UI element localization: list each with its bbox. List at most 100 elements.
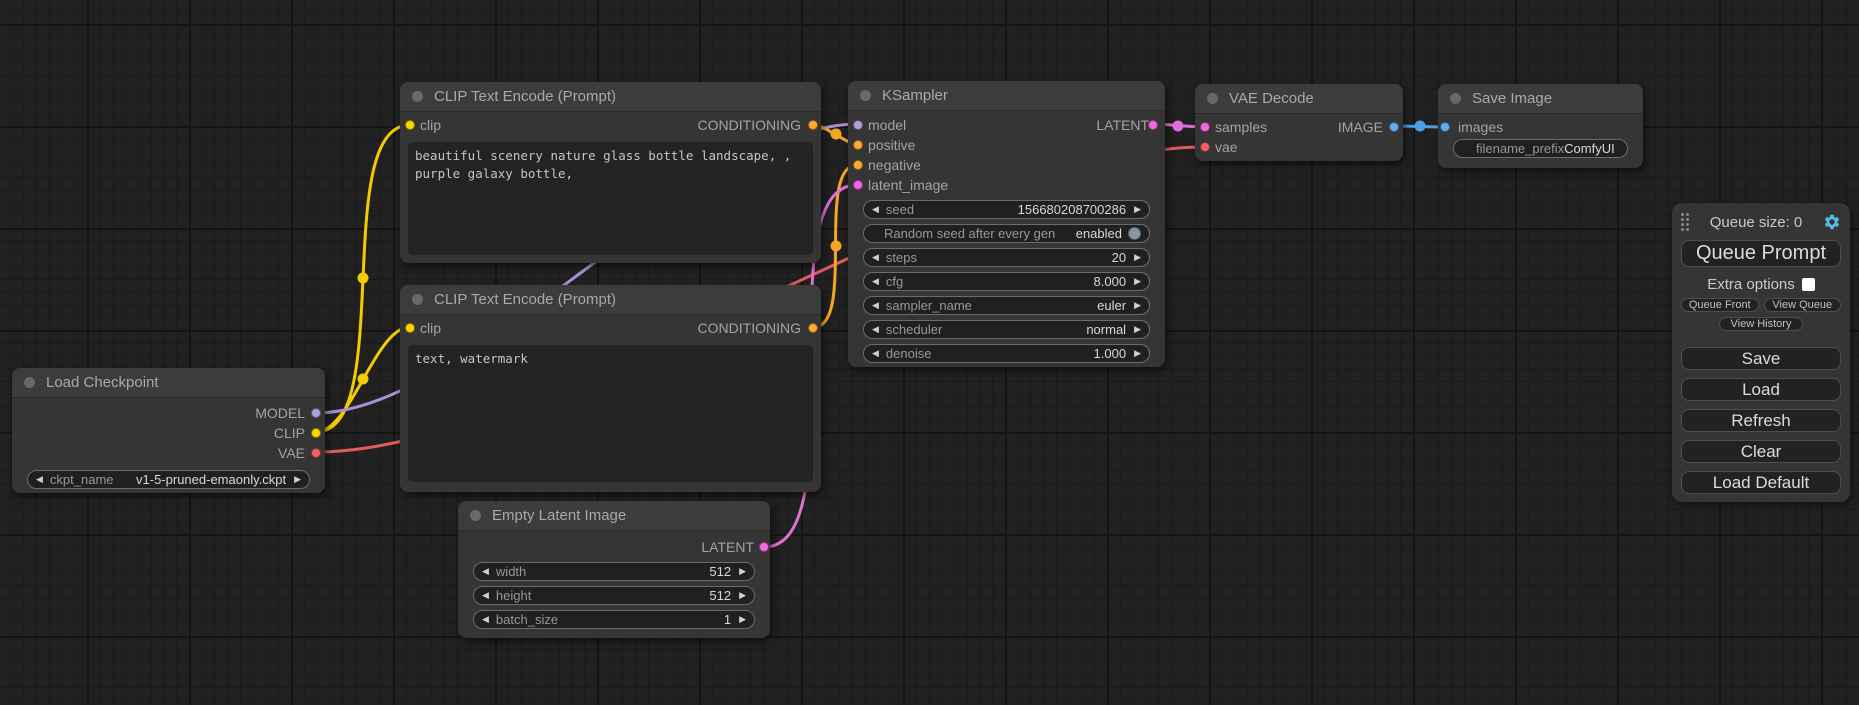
cfg-widget[interactable]: ◀ cfg 8.000 ▶: [863, 272, 1150, 291]
toggle-knob-icon[interactable]: [1128, 227, 1141, 240]
queue-prompt-button[interactable]: Queue Prompt: [1681, 240, 1841, 267]
output-row: LATENT: [458, 537, 770, 557]
link-midpoint-dot: [1173, 121, 1184, 132]
node-clip-text-encode-negative[interactable]: CLIP Text Encode (Prompt) clip CONDITION…: [400, 285, 821, 492]
load-default-button[interactable]: Load Default: [1681, 471, 1841, 494]
widget-value: euler: [1097, 298, 1126, 313]
save-button[interactable]: Save: [1681, 347, 1841, 370]
increment-arrow-icon[interactable]: ▶: [739, 567, 746, 576]
collapse-dot-icon[interactable]: [860, 90, 871, 101]
samples-input-port[interactable]: [1200, 122, 1210, 132]
negative-input-port[interactable]: [853, 160, 863, 170]
node-title-bar[interactable]: Empty Latent Image: [458, 501, 770, 531]
negative-prompt-textarea[interactable]: text, watermark: [408, 345, 813, 482]
queue-front-button[interactable]: Queue Front: [1681, 298, 1759, 312]
vae-input-port[interactable]: [1200, 142, 1210, 152]
image-output-port[interactable]: [1389, 122, 1399, 132]
collapse-dot-icon[interactable]: [1207, 93, 1218, 104]
clip-input-port[interactable]: [405, 120, 415, 130]
decrement-arrow-icon[interactable]: ◀: [872, 205, 879, 214]
increment-arrow-icon[interactable]: ▶: [1134, 325, 1141, 334]
positive-prompt-textarea[interactable]: beautiful scenery nature glass bottle la…: [408, 142, 813, 255]
increment-arrow-icon[interactable]: ▶: [1134, 301, 1141, 310]
drag-handle-icon[interactable]: [1681, 213, 1689, 231]
widget-value: enabled: [1076, 226, 1122, 241]
node-empty-latent-image[interactable]: Empty Latent Image LATENT ◀ width 512 ▶ …: [458, 501, 770, 638]
latent-output-port[interactable]: [759, 542, 769, 552]
seed-widget[interactable]: ◀ seed 156680208700286 ▶: [863, 200, 1150, 219]
node-ksampler[interactable]: KSampler model LATENT positive negative …: [848, 81, 1165, 367]
clip-input-port[interactable]: [405, 323, 415, 333]
decrement-arrow-icon[interactable]: ◀: [872, 277, 879, 286]
scheduler-widget[interactable]: ◀ scheduler normal ▶: [863, 320, 1150, 339]
decrement-arrow-icon[interactable]: ◀: [872, 301, 879, 310]
node-title-bar[interactable]: CLIP Text Encode (Prompt): [400, 82, 821, 112]
output-row: VAE: [12, 443, 325, 463]
sampler-name-widget[interactable]: ◀ sampler_name euler ▶: [863, 296, 1150, 315]
extra-options-checkbox[interactable]: [1802, 278, 1815, 291]
width-widget[interactable]: ◀ width 512 ▶: [473, 562, 755, 581]
model-output-port[interactable]: [311, 408, 321, 418]
collapse-dot-icon[interactable]: [470, 510, 481, 521]
increment-arrow-icon[interactable]: ▶: [739, 615, 746, 624]
widget-label: scheduler: [886, 322, 942, 337]
latent-output-port[interactable]: [1148, 120, 1158, 130]
batch-size-widget[interactable]: ◀ batch_size 1 ▶: [473, 610, 755, 629]
clip-output-port[interactable]: [311, 428, 321, 438]
ckpt-name-widget[interactable]: ◀ ckpt_name v1-5-pruned-emaonly.ckpt ▶: [27, 470, 310, 489]
extra-options-label: Extra options: [1707, 276, 1795, 293]
node-save-image[interactable]: Save Image images filename_prefix ComfyU…: [1438, 84, 1643, 168]
steps-widget[interactable]: ◀ steps 20 ▶: [863, 248, 1150, 267]
node-load-checkpoint[interactable]: Load Checkpoint MODEL CLIP VAE ◀ ckpt_na…: [12, 368, 325, 493]
random-seed-toggle-widget[interactable]: Random seed after every gen enabled: [863, 224, 1150, 243]
filename-prefix-widget[interactable]: filename_prefix ComfyUI: [1453, 139, 1628, 158]
height-widget[interactable]: ◀ height 512 ▶: [473, 586, 755, 605]
collapse-dot-icon[interactable]: [24, 377, 35, 388]
decrement-arrow-icon[interactable]: ◀: [872, 349, 879, 358]
node-title-bar[interactable]: VAE Decode: [1195, 84, 1403, 114]
positive-input-port[interactable]: [853, 140, 863, 150]
decrement-arrow-icon[interactable]: ◀: [482, 567, 489, 576]
slot-row: positive: [848, 135, 1165, 155]
decrement-arrow-icon[interactable]: ◀: [482, 591, 489, 600]
collapse-dot-icon[interactable]: [412, 91, 423, 102]
node-title-bar[interactable]: CLIP Text Encode (Prompt): [400, 285, 821, 315]
latent-image-input-port[interactable]: [853, 180, 863, 190]
settings-gear-icon[interactable]: [1823, 213, 1841, 231]
decrement-arrow-icon[interactable]: ◀: [36, 475, 43, 484]
conditioning-output-port[interactable]: [808, 120, 818, 130]
vae-output-port[interactable]: [311, 448, 321, 458]
view-history-button[interactable]: View History: [1719, 317, 1803, 331]
collapse-dot-icon[interactable]: [1450, 93, 1461, 104]
increment-arrow-icon[interactable]: ▶: [1134, 253, 1141, 262]
images-input-port[interactable]: [1440, 122, 1450, 132]
decrement-arrow-icon[interactable]: ◀: [872, 253, 879, 262]
increment-arrow-icon[interactable]: ▶: [1134, 277, 1141, 286]
slot-row: vae: [1195, 137, 1403, 157]
increment-arrow-icon[interactable]: ▶: [1134, 349, 1141, 358]
node-vae-decode[interactable]: VAE Decode samples IMAGE vae: [1195, 84, 1403, 161]
model-input-port[interactable]: [853, 120, 863, 130]
node-clip-text-encode-positive[interactable]: CLIP Text Encode (Prompt) clip CONDITION…: [400, 82, 821, 263]
link-midpoint-dot: [358, 273, 369, 284]
clear-button[interactable]: Clear: [1681, 440, 1841, 463]
widget-label: batch_size: [496, 612, 558, 627]
increment-arrow-icon[interactable]: ▶: [739, 591, 746, 600]
input-label: latent_image: [848, 177, 948, 193]
refresh-button[interactable]: Refresh: [1681, 409, 1841, 432]
node-title-bar[interactable]: KSampler: [848, 81, 1165, 111]
load-button[interactable]: Load: [1681, 378, 1841, 401]
collapse-dot-icon[interactable]: [412, 294, 423, 305]
node-title-bar[interactable]: Load Checkpoint: [12, 368, 325, 398]
increment-arrow-icon[interactable]: ▶: [294, 475, 301, 484]
node-title: Save Image: [1472, 90, 1552, 107]
denoise-widget[interactable]: ◀ denoise 1.000 ▶: [863, 344, 1150, 363]
decrement-arrow-icon[interactable]: ◀: [482, 615, 489, 624]
view-queue-button[interactable]: View Queue: [1764, 298, 1842, 312]
node-title-bar[interactable]: Save Image: [1438, 84, 1643, 114]
decrement-arrow-icon[interactable]: ◀: [872, 325, 879, 334]
node-title: CLIP Text Encode (Prompt): [434, 291, 616, 308]
node-title: VAE Decode: [1229, 90, 1314, 107]
conditioning-output-port[interactable]: [808, 323, 818, 333]
increment-arrow-icon[interactable]: ▶: [1134, 205, 1141, 214]
